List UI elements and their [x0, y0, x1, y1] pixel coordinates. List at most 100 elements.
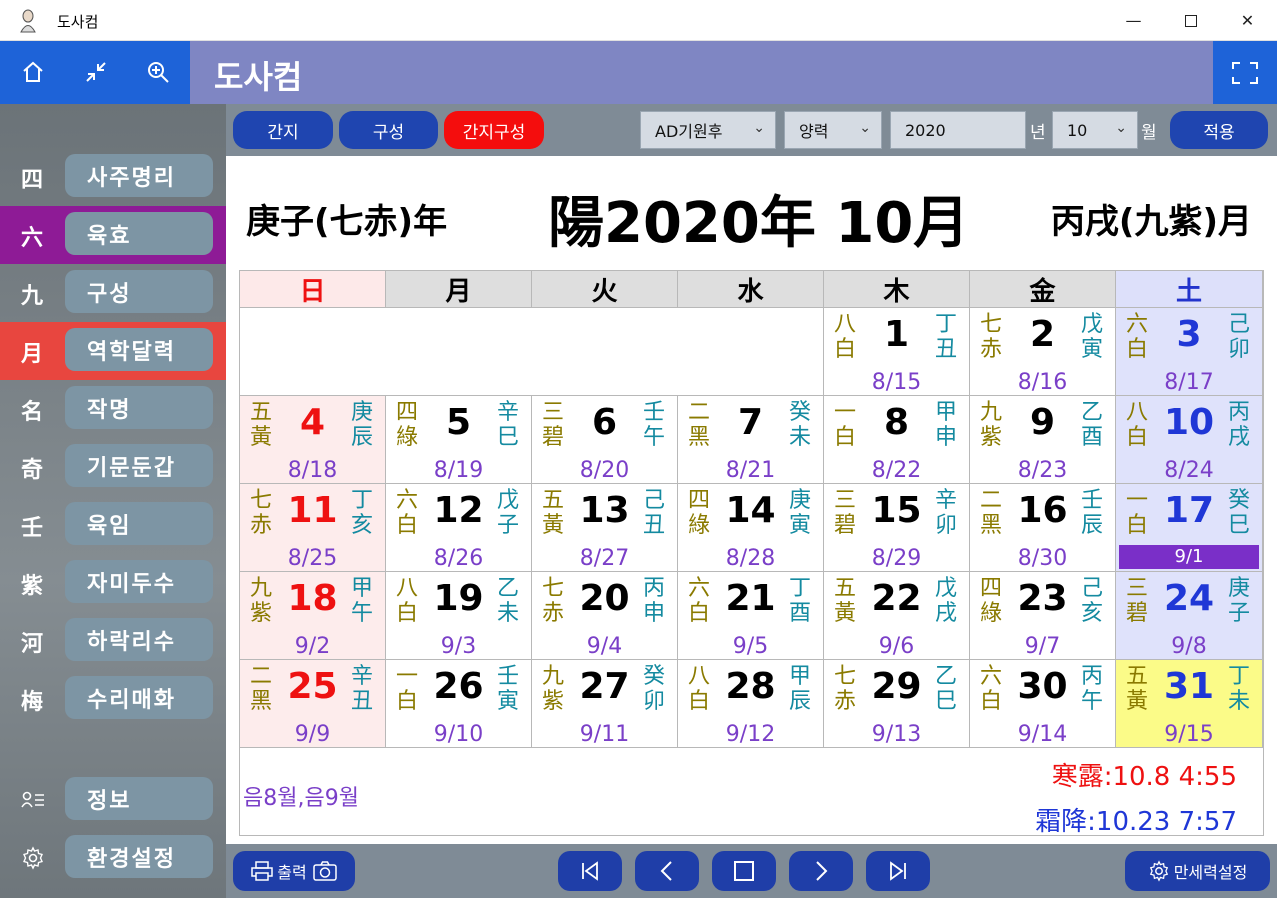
print-button[interactable]: 출력 — [233, 851, 355, 891]
sidebar-item-jami[interactable]: 紫 자미두수 — [0, 554, 226, 612]
day-cell[interactable]: 三碧 15 辛卯 8/29 — [824, 484, 970, 572]
day-cell[interactable]: 九紫 18 甲午 9/2 — [240, 572, 386, 660]
day-cell[interactable]: 一白 17 癸巳 9/1 — [1116, 484, 1263, 572]
sidebar-item-label[interactable]: 하락리수 — [65, 618, 213, 661]
day-cell[interactable]: 六白 30 丙午 9/14 — [970, 660, 1116, 748]
day-cell[interactable]: 六白 21 丁酉 9/5 — [678, 572, 824, 660]
tab-gusung[interactable]: 구성 — [339, 111, 438, 149]
apply-button[interactable]: 적용 — [1170, 111, 1268, 149]
lunar-date: 9/15 — [1164, 722, 1214, 747]
prev-month-button[interactable] — [635, 851, 699, 891]
day-cell[interactable]: 二黑 16 壬辰 8/30 — [970, 484, 1116, 572]
first-month-button[interactable] — [558, 851, 622, 891]
lunar-date: 9/10 — [433, 722, 484, 747]
sidebar-item-label[interactable]: 수리매화 — [65, 676, 213, 719]
header-icon-group — [0, 41, 190, 104]
sidebar-item-label[interactable]: 육임 — [65, 502, 213, 545]
chevron-down-icon: ⌄ — [753, 120, 765, 136]
day-cell[interactable]: 四綠 5 辛巳 8/19 — [386, 396, 532, 484]
chevron-right-icon — [816, 861, 828, 881]
sidebar-item-settings[interactable]: 환경설정 — [0, 829, 226, 887]
sidebar-item-gusung[interactable]: 九 구성 — [0, 264, 226, 322]
calendar-type-select[interactable]: 양력 ⌄ — [784, 111, 882, 149]
sidebar-item-label[interactable]: 역학달력 — [65, 328, 213, 371]
day-cell[interactable]: 九紫 27 癸卯 9/11 — [532, 660, 678, 748]
lunar-date: 8/26 — [433, 546, 484, 571]
sidebar-item-label[interactable]: 구성 — [65, 270, 213, 313]
sidebar-item-hanja: 名 — [20, 400, 43, 425]
maximize-button[interactable] — [1162, 0, 1219, 41]
day-cell[interactable]: 一白 26 壬寅 9/10 — [386, 660, 532, 748]
lunar-months: 음8월,음9월 — [243, 786, 359, 811]
next-month-button[interactable] — [789, 851, 853, 891]
lunar-date: 8/21 — [725, 458, 776, 483]
sidebar-item-calendar[interactable]: 月 역학달력 — [0, 322, 226, 380]
sidebar-item-yukhyo[interactable]: 六 육효 — [0, 206, 226, 264]
year-ganji: 庚子(七赤)年 — [246, 202, 448, 242]
year-input[interactable]: 2020 — [890, 111, 1026, 149]
era-select[interactable]: AD기원후 ⌄ — [640, 111, 776, 149]
day-cell[interactable]: 八白 19 乙未 9/3 — [386, 572, 532, 660]
fullscreen-button[interactable] — [1213, 41, 1277, 104]
home-icon[interactable] — [17, 56, 49, 88]
sidebar-item-yukim[interactable]: 壬 육임 — [0, 496, 226, 554]
day-cell[interactable]: 六白 3 己卯 8/17 — [1116, 308, 1263, 396]
day-cell[interactable]: 七赤 20 丙申 9/4 — [532, 572, 678, 660]
lunar-date: 8/18 — [287, 458, 338, 483]
day-cell[interactable]: 七赤 2 戊寅 8/16 — [970, 308, 1116, 396]
zoom-in-icon[interactable] — [142, 56, 174, 88]
sidebar-item-gimun[interactable]: 奇 기문둔갑 — [0, 438, 226, 496]
settings-label[interactable]: 환경설정 — [65, 835, 213, 878]
current-month-button[interactable] — [712, 851, 776, 891]
sidebar-item-hanja: 月 — [20, 342, 43, 367]
minimize-button[interactable]: — — [1105, 0, 1162, 41]
sidebar-item-saju[interactable]: 四 사주명리 — [0, 148, 226, 206]
day-ganji: 辛巳 — [497, 400, 520, 450]
tab-ganji[interactable]: 간지 — [233, 111, 333, 149]
calendar-settings-button[interactable]: 만세력설정 — [1125, 851, 1270, 891]
day-cell[interactable]: 六白 12 戊子 8/26 — [386, 484, 532, 572]
sidebar-item-hanja: 六 — [20, 226, 43, 251]
shrink-icon[interactable] — [80, 56, 112, 88]
day-cell[interactable]: 三碧 6 壬午 8/20 — [532, 396, 678, 484]
sidebar-item-label[interactable]: 육효 — [65, 212, 213, 255]
sidebar-item-label[interactable]: 자미두수 — [65, 560, 213, 603]
lunar-date: 9/7 — [1024, 634, 1061, 659]
day-cell[interactable]: 一白 8 甲申 8/22 — [824, 396, 970, 484]
sidebar-item-naming[interactable]: 名 작명 — [0, 380, 226, 438]
sidebar-item-label[interactable]: 기문둔갑 — [65, 444, 213, 487]
camera-icon — [312, 861, 337, 881]
lunar-date: 9/13 — [871, 722, 922, 747]
sidebar-item-info[interactable]: 정보 — [0, 771, 226, 829]
day-cell[interactable]: 二黑 7 癸未 8/21 — [678, 396, 824, 484]
lunar-date: 8/24 — [1164, 458, 1214, 483]
sidebar-item-label[interactable]: 사주명리 — [65, 154, 213, 197]
app-heading: 도사컴 — [214, 58, 303, 96]
sidebar-item-suri[interactable]: 梅 수리매화 — [0, 670, 226, 728]
sidebar-item-harak[interactable]: 河 하락리수 — [0, 612, 226, 670]
last-month-button[interactable] — [866, 851, 930, 891]
day-cell[interactable]: 八白 28 甲辰 9/12 — [678, 660, 824, 748]
day-cell[interactable]: 五黃 13 己丑 8/27 — [532, 484, 678, 572]
day-cell[interactable]: 四綠 14 庚寅 8/28 — [678, 484, 824, 572]
day-cell[interactable]: 三碧 24 庚子 9/8 — [1116, 572, 1263, 660]
tab-ganji-gusung[interactable]: 간지구성 — [444, 111, 544, 149]
day-cell[interactable]: 五黃 22 戊戌 9/6 — [824, 572, 970, 660]
month-select[interactable]: 10 ⌄ — [1052, 111, 1138, 149]
day-cell[interactable]: 七赤 29 乙巳 9/13 — [824, 660, 970, 748]
close-button[interactable]: ✕ — [1219, 0, 1276, 41]
info-label[interactable]: 정보 — [65, 777, 213, 820]
solar-term-2: 霜降:10.23 7:57 — [1035, 807, 1237, 837]
day-cell[interactable]: 八白 10 丙戌 8/24 — [1116, 396, 1263, 484]
day-cell[interactable]: 五黃 31 丁未 9/15 — [1116, 660, 1263, 748]
day-cell[interactable]: 四綠 23 己亥 9/7 — [970, 572, 1116, 660]
day-cell[interactable]: 八白 1 丁丑 8/15 — [824, 308, 970, 396]
day-cell[interactable]: 九紫 9 乙酉 8/23 — [970, 396, 1116, 484]
day-cell[interactable]: 五黃 4 庚辰 8/18 — [240, 396, 386, 484]
lunar-date: 8/16 — [1017, 370, 1068, 395]
day-ganji: 甲申 — [935, 400, 958, 450]
sidebar-item-label[interactable]: 작명 — [65, 386, 213, 429]
app-logo-icon — [18, 9, 38, 33]
day-cell[interactable]: 二黑 25 辛丑 9/9 — [240, 660, 386, 748]
day-cell[interactable]: 七赤 11 丁亥 8/25 — [240, 484, 386, 572]
